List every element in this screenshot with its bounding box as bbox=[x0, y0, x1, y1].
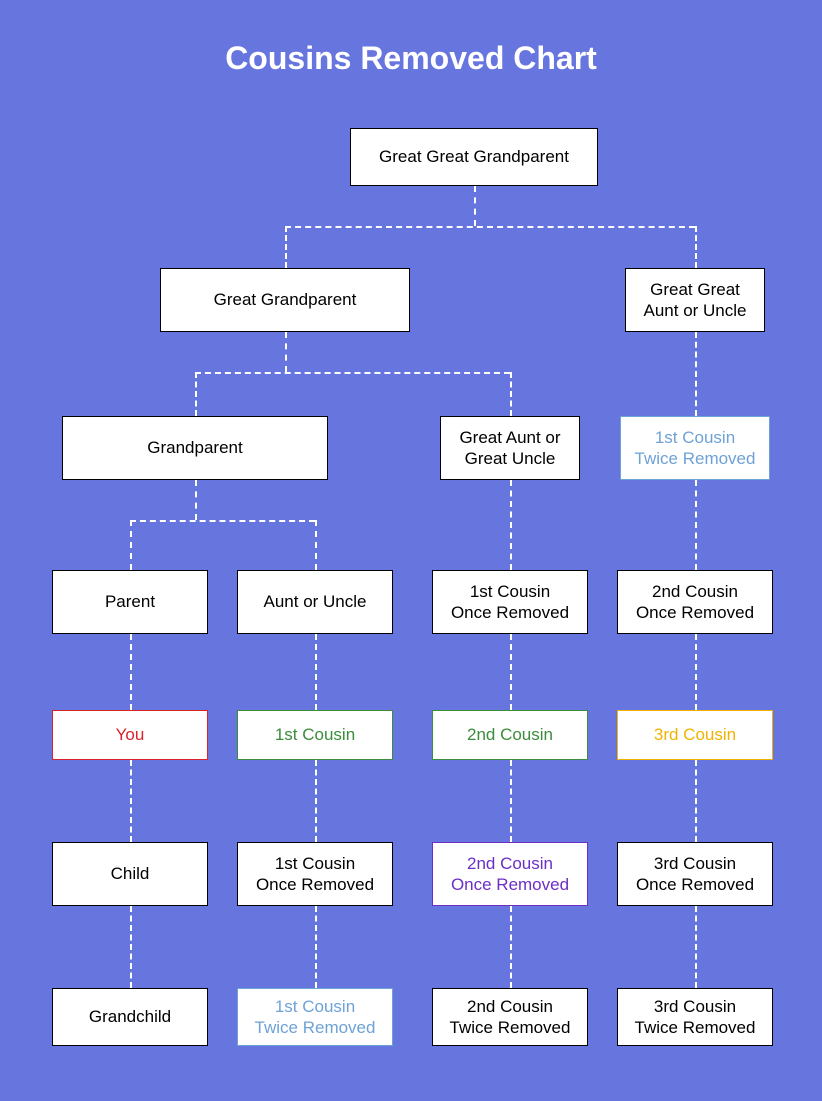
connector bbox=[510, 634, 512, 710]
node-3rd-cousin-twice-removed: 3rd CousinTwice Removed bbox=[617, 988, 773, 1046]
node-great-aunt-great-uncle: Great Aunt orGreat Uncle bbox=[440, 416, 580, 480]
connector bbox=[695, 226, 697, 268]
node-you: You bbox=[52, 710, 208, 760]
connector bbox=[315, 760, 317, 842]
node-1st-cousin-once-removed-lower: 1st CousinOnce Removed bbox=[237, 842, 393, 906]
connector bbox=[695, 480, 697, 570]
node-grandchild: Grandchild bbox=[52, 988, 208, 1046]
connector bbox=[474, 186, 476, 226]
node-great-great-aunt-uncle: Great GreatAunt or Uncle bbox=[625, 268, 765, 332]
node-parent: Parent bbox=[52, 570, 208, 634]
connector bbox=[510, 906, 512, 988]
connector bbox=[315, 906, 317, 988]
connector bbox=[195, 372, 197, 416]
connector bbox=[510, 760, 512, 842]
node-1st-cousin-once-removed-upper: 1st CousinOnce Removed bbox=[432, 570, 588, 634]
node-aunt-or-uncle: Aunt or Uncle bbox=[237, 570, 393, 634]
connector bbox=[695, 332, 697, 416]
connector bbox=[130, 520, 315, 522]
connector bbox=[285, 226, 695, 228]
connector bbox=[130, 520, 132, 570]
node-2nd-cousin-twice-removed: 2nd CousinTwice Removed bbox=[432, 988, 588, 1046]
connector bbox=[315, 634, 317, 710]
connector bbox=[195, 480, 197, 520]
node-child: Child bbox=[52, 842, 208, 906]
node-grandparent: Grandparent bbox=[62, 416, 328, 480]
node-great-grandparent: Great Grandparent bbox=[160, 268, 410, 332]
connector bbox=[130, 906, 132, 988]
node-1st-cousin-twice-removed-lower: 1st CousinTwice Removed bbox=[237, 988, 393, 1046]
node-2nd-cousin-once-removed-lower: 2nd CousinOnce Removed bbox=[432, 842, 588, 906]
connector bbox=[130, 760, 132, 842]
node-1st-cousin: 1st Cousin bbox=[237, 710, 393, 760]
page-title: Cousins Removed Chart bbox=[0, 40, 822, 77]
node-1st-cousin-twice-removed-upper: 1st CousinTwice Removed bbox=[620, 416, 770, 480]
node-3rd-cousin-once-removed: 3rd CousinOnce Removed bbox=[617, 842, 773, 906]
connector bbox=[695, 760, 697, 842]
connector bbox=[130, 634, 132, 710]
cousins-removed-chart: Cousins Removed Chart Great Great Grandp… bbox=[0, 0, 822, 1101]
connector bbox=[695, 906, 697, 988]
node-2nd-cousin-once-removed-upper: 2nd CousinOnce Removed bbox=[617, 570, 773, 634]
connector bbox=[315, 520, 317, 570]
connector bbox=[510, 480, 512, 570]
connector bbox=[285, 332, 287, 372]
connector bbox=[695, 634, 697, 710]
node-2nd-cousin: 2nd Cousin bbox=[432, 710, 588, 760]
node-3rd-cousin: 3rd Cousin bbox=[617, 710, 773, 760]
connector bbox=[195, 372, 510, 374]
connector bbox=[510, 372, 512, 416]
node-great-great-grandparent: Great Great Grandparent bbox=[350, 128, 598, 186]
connector bbox=[285, 226, 287, 268]
